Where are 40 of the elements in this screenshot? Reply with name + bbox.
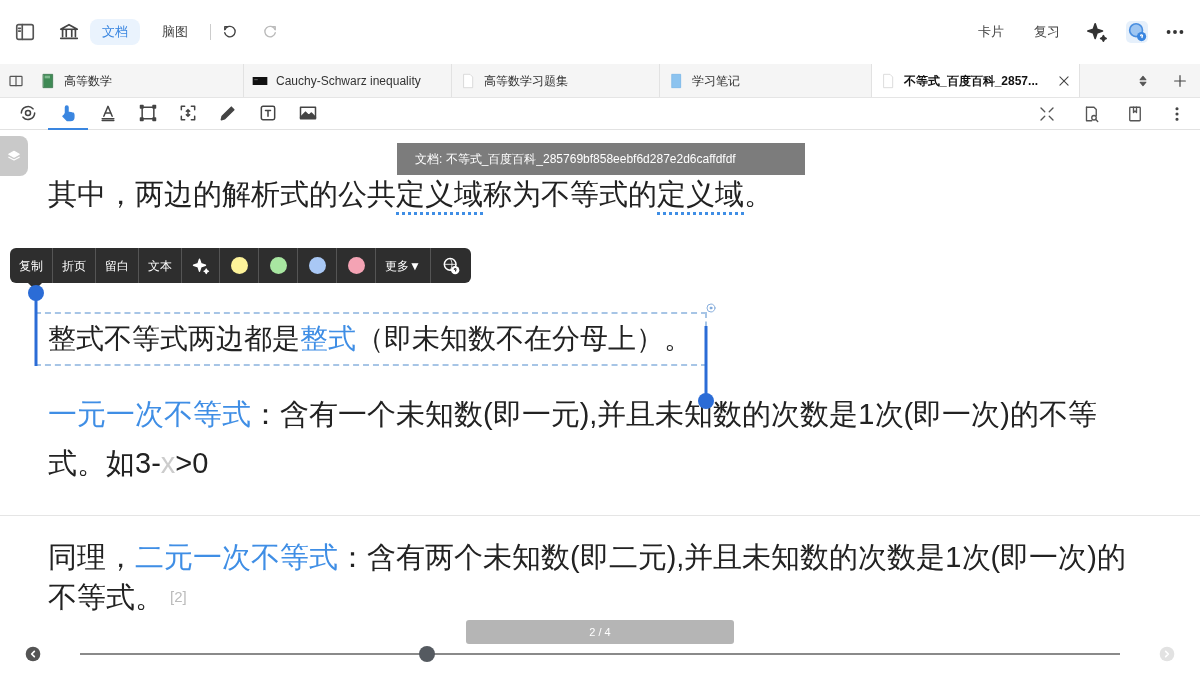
tab-label: 不等式_百度百科_2857... bbox=[904, 72, 1040, 90]
close-icon[interactable] bbox=[1057, 73, 1071, 88]
previous-icon[interactable] bbox=[25, 646, 41, 662]
sparkle-icon[interactable] bbox=[1086, 21, 1108, 43]
document-tab[interactable]: 高等数学 bbox=[32, 64, 244, 97]
add-icon[interactable] bbox=[1172, 72, 1188, 89]
nav-link[interactable]: 卡片 bbox=[968, 22, 1014, 42]
toolbar-action[interactable]: 留白 bbox=[96, 248, 139, 283]
selection-handle[interactable] bbox=[28, 285, 44, 366]
paragraph: 整式不等式两边都是整式（即未知数不在分母上）。 bbox=[48, 322, 692, 356]
view-tab[interactable]: 脑图 bbox=[150, 19, 200, 45]
selection-box[interactable]: 整式不等式两边都是整式（即未知数不在分母上）。 bbox=[35, 312, 707, 366]
book-icon bbox=[40, 71, 56, 90]
tooltip: 文档: 不等式_百度百科_285769bf858eebf6d287e2d6caffdfdf bbox=[397, 143, 805, 175]
document-icon bbox=[460, 71, 476, 90]
document-icon bbox=[880, 71, 896, 90]
book-icon bbox=[668, 71, 684, 90]
bookmark-book-icon[interactable] bbox=[1126, 104, 1144, 123]
layers-icon bbox=[7, 149, 21, 163]
document-tab[interactable]: Cauchy-Schwarz inequality bbox=[244, 64, 452, 97]
toolbar-action[interactable]: 文本 bbox=[139, 248, 182, 283]
tab-label: 高等数学习题集 bbox=[484, 72, 569, 90]
sparkle-icon bbox=[191, 256, 210, 275]
slider-thumb[interactable] bbox=[419, 646, 436, 662]
tab-label: 学习笔记 bbox=[692, 72, 741, 90]
tab-label: 高等数学 bbox=[64, 72, 113, 90]
document-tab[interactable]: 不等式_百度百科_2857... bbox=[872, 64, 1080, 97]
toolbar-action[interactable]: 复制 bbox=[10, 248, 53, 283]
nav-link[interactable]: 复习 bbox=[1024, 22, 1070, 42]
tab-label: Cauchy-Schwarz inequality bbox=[276, 72, 422, 90]
rectangle-select-icon bbox=[138, 102, 158, 123]
sidebar-toggle-icon[interactable] bbox=[14, 21, 36, 43]
toolbar-action[interactable]: 折页 bbox=[53, 248, 96, 283]
paragraph: 其中，两边的解析式的公共定义域称为不等式的定义域。 bbox=[48, 177, 773, 212]
more-button[interactable]: 更多▼ bbox=[376, 248, 431, 283]
undo-icon[interactable] bbox=[221, 23, 239, 41]
paragraph: 同理，二元一次不等式：含有两个未知数(即二元),并且未知数的次数是1次(即一次)的不等式。 [2] bbox=[48, 540, 1127, 615]
page-indicator: 2 / 4 bbox=[466, 620, 734, 644]
rotate-handle-icon[interactable] bbox=[705, 302, 717, 314]
document-tab[interactable]: 高等数学习题集 bbox=[452, 64, 660, 97]
